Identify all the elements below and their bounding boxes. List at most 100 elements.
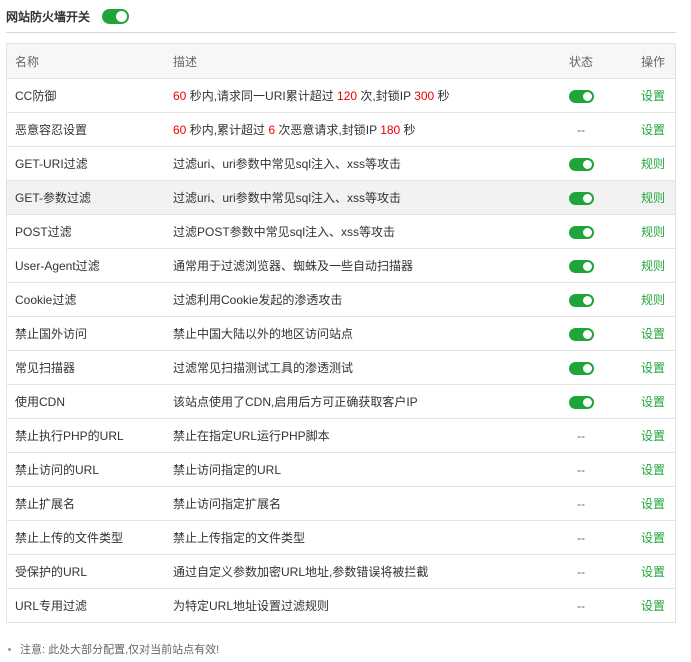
rule-status bbox=[533, 360, 629, 375]
rule-toggle[interactable] bbox=[568, 191, 594, 205]
firewall-rules-table: 名称 描述 状态 操作 CC防御 60 秒内,请求同一URI累计超过 120 次,… bbox=[6, 43, 676, 623]
rule-name: User-Agent过滤 bbox=[15, 259, 100, 273]
rule-value: 180 bbox=[380, 123, 401, 137]
rule-value: 60 bbox=[173, 123, 187, 137]
rule-op-cell: 设置 bbox=[629, 563, 675, 580]
rule-toggle[interactable] bbox=[568, 293, 594, 307]
rule-status bbox=[533, 326, 629, 341]
rule-op-cell: 设置 bbox=[629, 325, 675, 342]
settings-link[interactable]: 设置 bbox=[641, 429, 665, 443]
rule-name: 禁止国外访问 bbox=[15, 327, 88, 341]
rule-toggle[interactable] bbox=[568, 259, 594, 273]
rule-description: 禁止中国大陆以外的地区访问站点 bbox=[173, 327, 354, 341]
rule-name: 常见扫描器 bbox=[15, 361, 76, 375]
rule-description: 过滤uri、uri参数中常见sql注入、xss等攻击 bbox=[173, 157, 402, 171]
settings-link[interactable]: 设置 bbox=[641, 463, 665, 477]
rule-status bbox=[533, 156, 629, 171]
table-row: 常见扫描器 过滤常见扫描测试工具的渗透测试 设置 bbox=[7, 350, 675, 384]
rule-description: 过滤利用Cookie发起的渗透攻击 bbox=[173, 293, 343, 307]
firewall-master-toggle[interactable] bbox=[102, 8, 130, 24]
rule-description: 禁止访问指定的URL bbox=[173, 463, 282, 477]
rules-link[interactable]: 规则 bbox=[641, 191, 665, 205]
rule-description: 为特定URL地址设置过滤规则 bbox=[173, 599, 330, 613]
settings-link[interactable]: 设置 bbox=[641, 565, 665, 579]
settings-link[interactable]: 设置 bbox=[641, 497, 665, 511]
rule-status: -- bbox=[577, 598, 585, 613]
rule-op-cell: 设置 bbox=[629, 529, 675, 546]
rule-status bbox=[533, 224, 629, 239]
rule-name: POST过滤 bbox=[15, 225, 72, 239]
rule-op-cell: 设置 bbox=[629, 461, 675, 478]
table-header-row: 名称 描述 状态 操作 bbox=[7, 44, 675, 78]
table-row: User-Agent过滤 通常用于过滤浏览器、蜘蛛及一些自动扫描器 规则 bbox=[7, 248, 675, 282]
footer-note: 注意: 此处大部分配置,仅对当前站点有效! bbox=[8, 641, 219, 657]
rule-description: 该站点使用了CDN,启用后方可正确获取客户IP bbox=[173, 395, 418, 409]
rule-op-cell: 规则 bbox=[629, 291, 675, 308]
rule-description: 通过自定义参数加密URL地址,参数错误将被拦截 bbox=[173, 565, 429, 579]
settings-link[interactable]: 设置 bbox=[641, 531, 665, 545]
rule-text: 秒内,请求同一URI累计超过 bbox=[186, 89, 338, 103]
rule-text: 次,封锁IP bbox=[357, 89, 415, 103]
settings-link[interactable]: 设置 bbox=[641, 599, 665, 613]
rule-description: 禁止访问指定扩展名 bbox=[173, 497, 282, 511]
rule-name: 禁止执行PHP的URL bbox=[15, 429, 124, 443]
rule-name: Cookie过滤 bbox=[15, 293, 77, 307]
rule-op-cell: 设置 bbox=[629, 495, 675, 512]
settings-link[interactable]: 设置 bbox=[641, 327, 665, 341]
rule-status bbox=[533, 394, 629, 409]
firewall-switch-label: 网站防火墙开关 bbox=[6, 9, 91, 24]
rule-toggle[interactable] bbox=[568, 225, 594, 239]
rule-toggle[interactable] bbox=[568, 157, 594, 171]
rule-status bbox=[533, 88, 629, 103]
settings-link[interactable]: 设置 bbox=[641, 123, 665, 137]
settings-link[interactable]: 设置 bbox=[641, 361, 665, 375]
table-row: 禁止访问的URL 禁止访问指定的URL -- 设置 bbox=[7, 452, 675, 486]
rules-link[interactable]: 规则 bbox=[641, 259, 665, 273]
rule-toggle[interactable] bbox=[568, 89, 594, 103]
rule-text: 秒 bbox=[400, 123, 416, 137]
rule-op-cell: 设置 bbox=[629, 121, 675, 138]
rule-text: 秒 bbox=[434, 89, 450, 103]
rule-name: URL专用过滤 bbox=[15, 599, 88, 613]
rule-status: -- bbox=[577, 428, 585, 443]
rule-op-cell: 规则 bbox=[629, 257, 675, 274]
table-row: CC防御 60 秒内,请求同一URI累计超过 120 次,封锁IP 300 秒 设置 bbox=[7, 78, 675, 112]
rules-link[interactable]: 规则 bbox=[641, 157, 665, 171]
column-header-desc: 描述 bbox=[173, 54, 198, 69]
rule-status bbox=[533, 190, 629, 205]
rule-op-cell: 规则 bbox=[629, 223, 675, 240]
rule-name: 禁止扩展名 bbox=[15, 497, 76, 511]
table-row: GET-参数过滤 过滤uri、uri参数中常见sql注入、xss等攻击 规则 bbox=[7, 180, 675, 214]
rule-name: GET-参数过滤 bbox=[15, 191, 92, 205]
rule-description: 60 秒内,累计超过 6 次恶意请求,封锁IP 180 秒 bbox=[173, 121, 533, 138]
rule-name: 恶意容忍设置 bbox=[15, 123, 88, 137]
column-header-name: 名称 bbox=[15, 54, 40, 69]
rule-op-cell: 规则 bbox=[629, 155, 675, 172]
rule-toggle[interactable] bbox=[568, 361, 594, 375]
rule-toggle[interactable] bbox=[568, 395, 594, 409]
rule-description: 过滤uri、uri参数中常见sql注入、xss等攻击 bbox=[173, 191, 402, 205]
rule-status bbox=[533, 292, 629, 307]
column-header-op: 操作 bbox=[640, 54, 665, 69]
table-row: Cookie过滤 过滤利用Cookie发起的渗透攻击 规则 bbox=[7, 282, 675, 316]
table-row: 禁止扩展名 禁止访问指定扩展名 -- 设置 bbox=[7, 486, 675, 520]
settings-link[interactable]: 设置 bbox=[641, 395, 665, 409]
rule-op-cell: 设置 bbox=[629, 359, 675, 376]
settings-link[interactable]: 设置 bbox=[641, 89, 665, 103]
rule-text: 次恶意请求,封锁IP bbox=[275, 123, 381, 137]
rule-op-cell: 设置 bbox=[629, 597, 675, 614]
table-row: 恶意容忍设置 60 秒内,累计超过 6 次恶意请求,封锁IP 180 秒 -- 设置 bbox=[7, 112, 675, 146]
rule-name: 使用CDN bbox=[15, 395, 65, 409]
bullet-icon bbox=[8, 647, 11, 651]
table-row: 禁止国外访问 禁止中国大陆以外的地区访问站点 设置 bbox=[7, 316, 675, 350]
rule-value: 60 bbox=[173, 89, 187, 103]
rule-status: -- bbox=[577, 564, 585, 579]
rule-status bbox=[533, 258, 629, 273]
rule-description: 过滤常见扫描测试工具的渗透测试 bbox=[173, 361, 354, 375]
header-divider bbox=[6, 32, 676, 33]
rules-link[interactable]: 规则 bbox=[641, 293, 665, 307]
rules-link[interactable]: 规则 bbox=[641, 225, 665, 239]
rule-op-cell: 设置 bbox=[629, 87, 675, 104]
rule-description: 禁止在指定URL运行PHP脚本 bbox=[173, 429, 330, 443]
rule-toggle[interactable] bbox=[568, 327, 594, 341]
